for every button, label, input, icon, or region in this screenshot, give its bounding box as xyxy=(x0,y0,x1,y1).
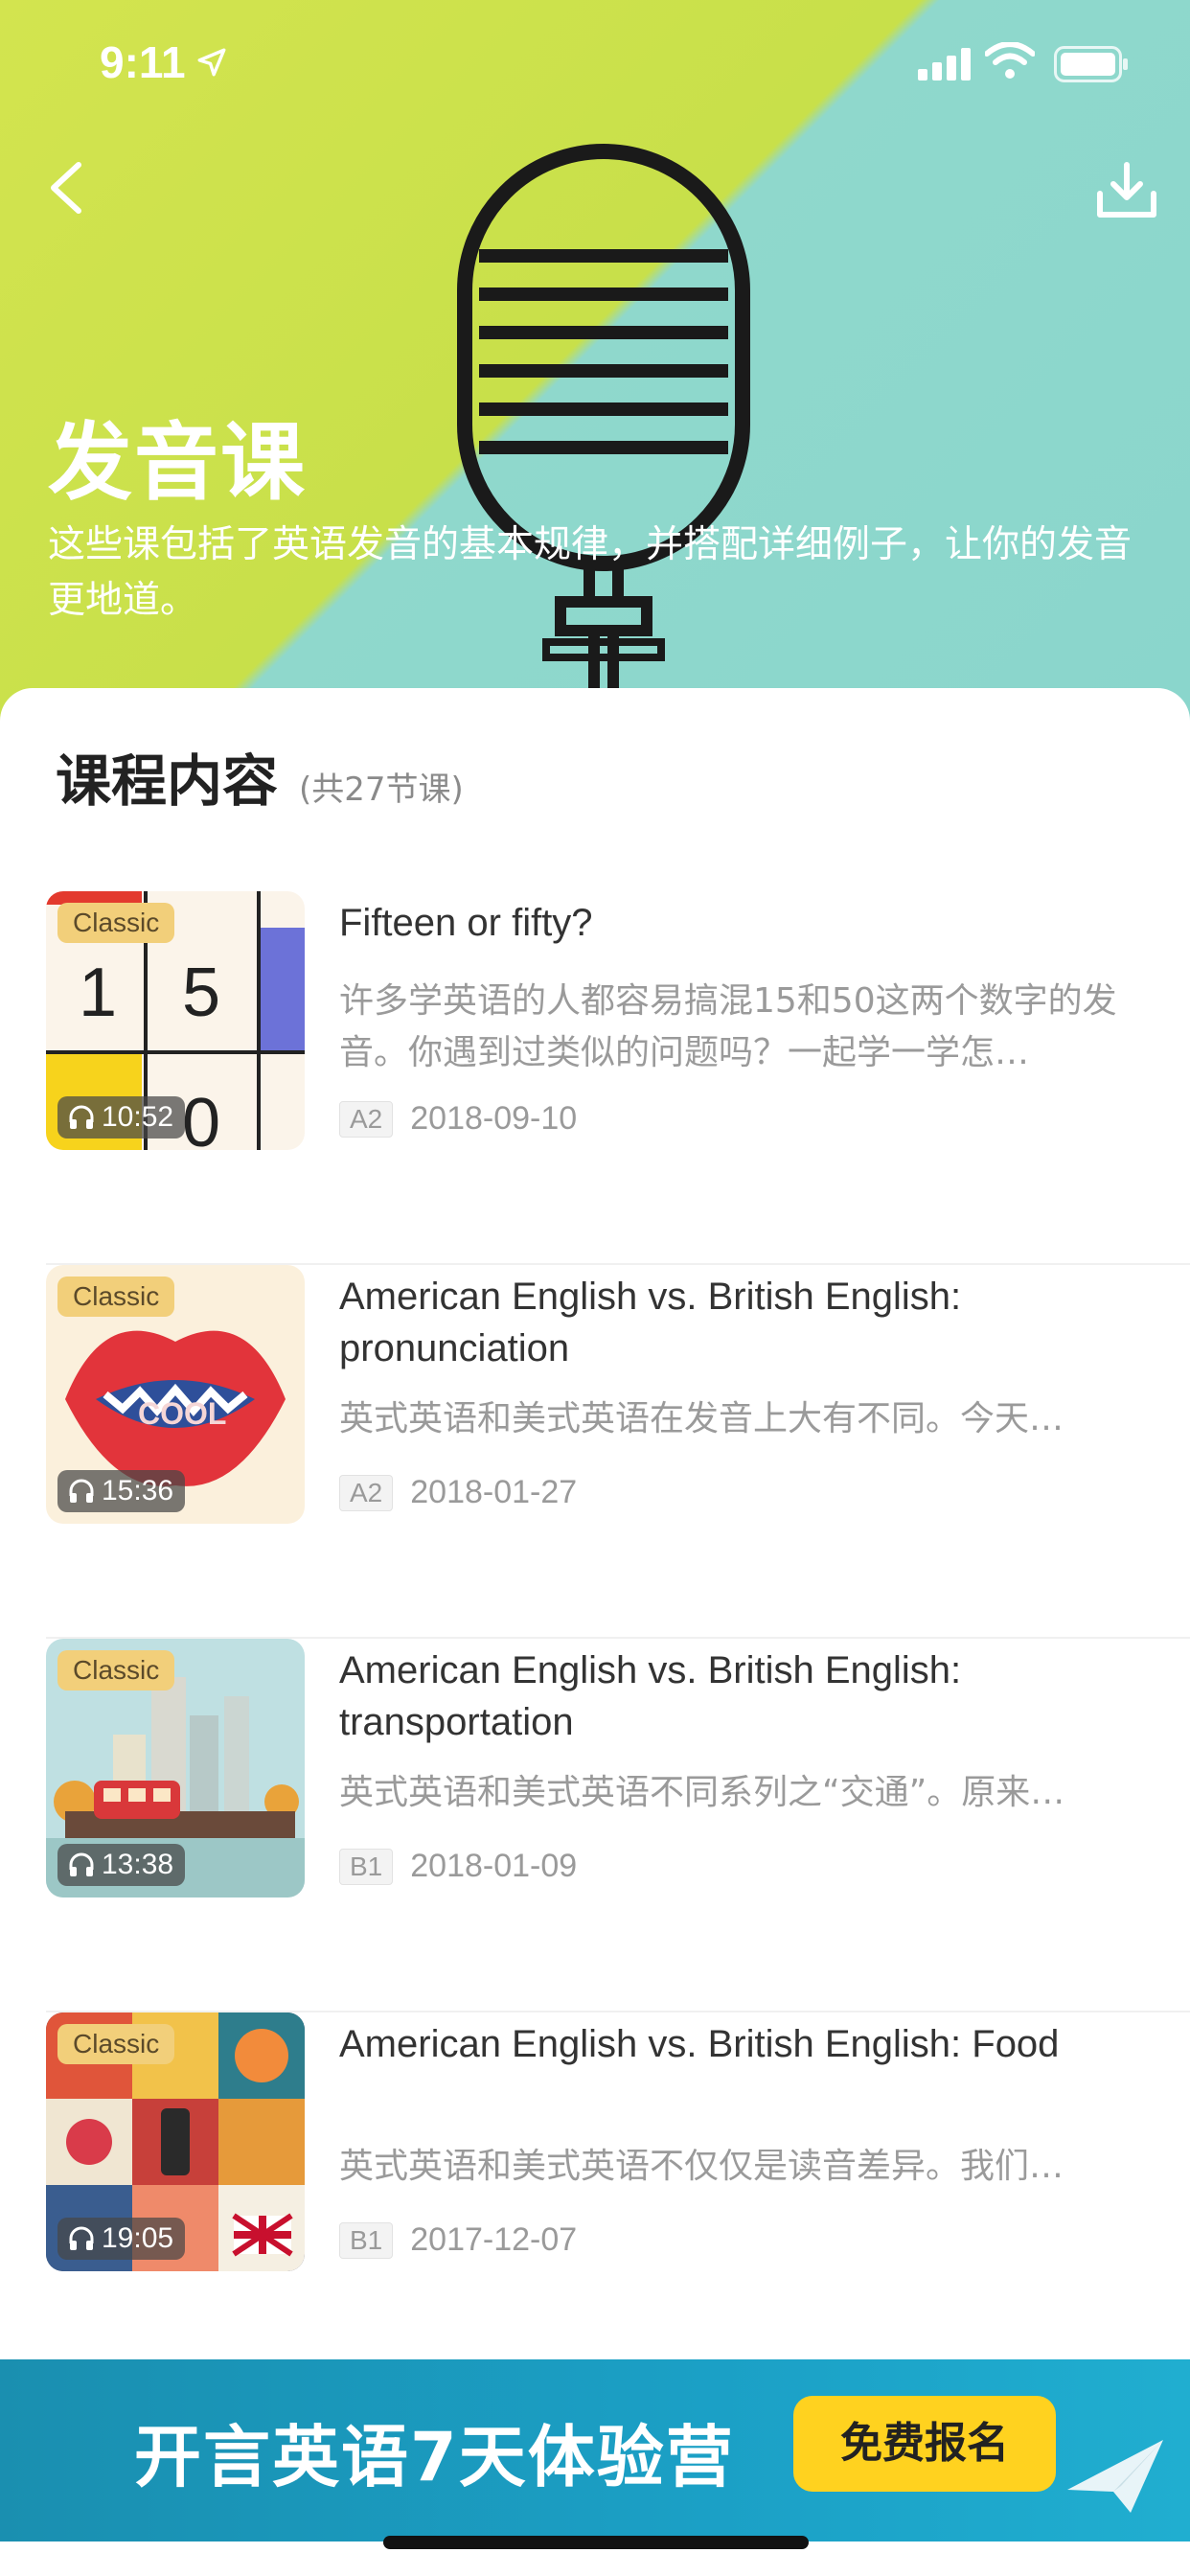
classic-badge: Classic xyxy=(57,1276,175,1317)
lesson-item[interactable]: Classic 13:38 American English vs. Briti… xyxy=(46,1639,1190,2012)
level-tag: B1 xyxy=(339,1848,394,1885)
lesson-thumbnail: Classic 19:05 xyxy=(46,2012,305,2271)
signup-button[interactable]: 免费报名 xyxy=(793,2396,1056,2492)
section-header: 课程内容 (共27节课) xyxy=(56,736,464,816)
lesson-title: American English vs. British English: Fo… xyxy=(339,2023,1060,2065)
lesson-title: Fifteen or fifty? xyxy=(339,902,593,944)
classic-badge: Classic xyxy=(57,2024,175,2064)
level-tag: B1 xyxy=(339,2221,394,2259)
status-bar: 9:11 xyxy=(0,0,1190,126)
location-arrow-icon xyxy=(197,48,226,77)
svg-text:5: 5 xyxy=(182,954,220,1031)
lesson-description: 英式英语和美式英语不同系列之“交通”。原来… xyxy=(339,1773,1065,1812)
lesson-thumbnail: 1 5 0 Classic 10:52 xyxy=(46,891,305,1150)
lesson-thumbnail: COOL Classic 15:36 xyxy=(46,1265,305,1524)
promo-text: 开言英语7天体验营 xyxy=(134,2418,735,2496)
headphones-icon xyxy=(69,2226,94,2250)
course-hero: 9:11 发音课 这些课包括了英语发音的基本规律，并搭配详细例子，让你的发音更地… xyxy=(0,0,1190,728)
lesson-thumbnail: Classic 13:38 xyxy=(46,1639,305,1898)
lesson-title: American English vs. British English: pr… xyxy=(339,1276,962,1369)
lesson-meta: A2 2018-09-10 xyxy=(339,1100,577,1138)
headphones-icon xyxy=(69,1105,94,1129)
duration-text: 13:38 xyxy=(102,1849,174,1880)
lesson-date: 2018-01-09 xyxy=(410,1848,578,1884)
lesson-title: American English vs. British English: tr… xyxy=(339,1649,962,1743)
lesson-date: 2017-12-07 xyxy=(410,2221,578,2258)
classic-badge: Classic xyxy=(57,1650,175,1690)
home-indicator xyxy=(383,2536,809,2549)
level-tag: A2 xyxy=(339,1100,394,1138)
lesson-description: 英式英语和美式英语不仅仅是读音差异。我们… xyxy=(339,2147,1064,2186)
lesson-item[interactable]: 1 5 0 Classic 10:52 Fifteen or fifty? 许多… xyxy=(46,891,1190,1265)
svg-text:COOL: COOL xyxy=(138,1396,226,1431)
battery-icon xyxy=(1054,46,1128,82)
back-chevron-icon[interactable] xyxy=(42,157,92,218)
lesson-description: 英式英语和美式英语在发音上大有不同。今天… xyxy=(339,1399,1064,1438)
microphone-illustration xyxy=(457,144,750,728)
lesson-meta: A2 2018-01-27 xyxy=(339,1474,577,1511)
duration-badge: 19:05 xyxy=(57,2218,186,2260)
lesson-item[interactable]: Classic 19:05 American English vs. Briti… xyxy=(46,2012,1190,2386)
lesson-item[interactable]: COOL Classic 15:36 American English vs. … xyxy=(46,1265,1190,1639)
download-icon[interactable] xyxy=(1094,159,1159,222)
level-tag: A2 xyxy=(339,1474,394,1511)
duration-text: 15:36 xyxy=(102,1475,174,1506)
svg-text:0: 0 xyxy=(182,1085,220,1150)
headphones-icon xyxy=(69,1479,94,1503)
status-time: 9:11 xyxy=(100,37,186,87)
svg-text:1: 1 xyxy=(79,954,117,1031)
headphones-icon xyxy=(69,1852,94,1876)
lesson-count: (共27节课) xyxy=(299,770,464,809)
classic-badge: Classic xyxy=(57,903,175,943)
section-title: 课程内容 xyxy=(56,748,279,814)
duration-text: 19:05 xyxy=(102,2222,174,2254)
course-content: 课程内容 (共27节课) 1 5 0 Classic 10:52 Fifteen… xyxy=(0,688,1190,2576)
page-description: 这些课包括了英语发音的基本规律，并搭配详细例子，让你的发音更地道。 xyxy=(48,523,1133,622)
page-title: 发音课 xyxy=(48,413,308,512)
signal-icon xyxy=(918,48,971,80)
lesson-date: 2018-09-10 xyxy=(410,1100,578,1137)
duration-text: 10:52 xyxy=(102,1101,174,1133)
lesson-meta: B1 2018-01-09 xyxy=(339,1848,577,1885)
duration-badge: 15:36 xyxy=(57,1470,186,1512)
lesson-meta: B1 2017-12-07 xyxy=(339,2221,577,2259)
promo-banner[interactable]: 开言英语7天体验营 免费报名 xyxy=(0,2359,1190,2542)
paper-plane-icon xyxy=(1067,2440,1163,2513)
duration-badge: 13:38 xyxy=(57,1844,186,1886)
duration-badge: 10:52 xyxy=(57,1096,186,1138)
lesson-description: 许多学英语的人都容易搞混15和50这两个数字的发音。你遇到过类似的问题吗？一起学… xyxy=(339,981,1117,1072)
lesson-date: 2018-01-27 xyxy=(410,1474,578,1510)
wifi-icon xyxy=(985,42,1035,79)
